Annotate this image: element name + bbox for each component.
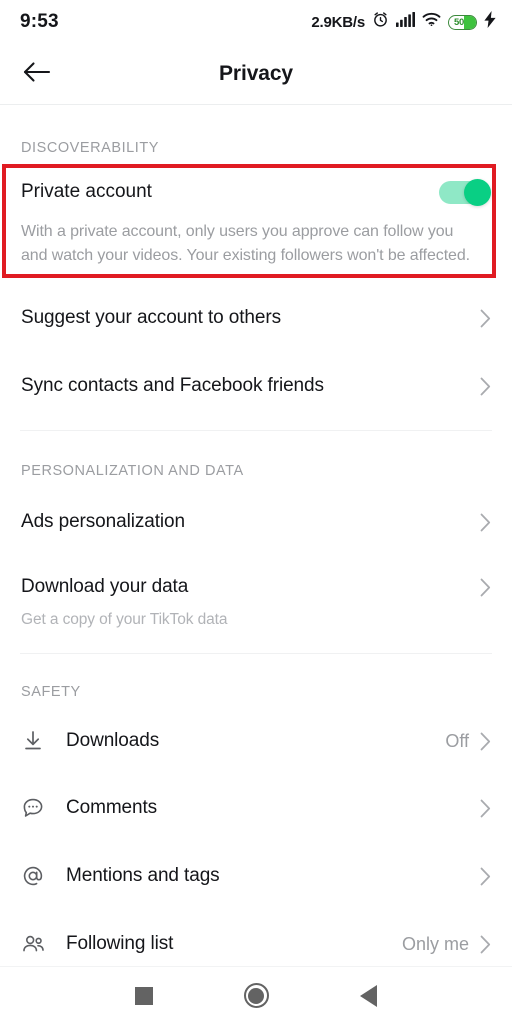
section-header-personalization: PERSONALIZATION AND DATA xyxy=(21,463,244,479)
cellular-signal-icon xyxy=(396,12,415,32)
private-account-row[interactable]: Private account xyxy=(0,164,512,220)
chevron-right-icon xyxy=(480,935,491,954)
back-nav-button[interactable] xyxy=(345,973,391,1019)
wifi-icon xyxy=(422,12,441,32)
android-nav-bar xyxy=(0,966,512,1024)
back-button[interactable] xyxy=(20,57,54,91)
row-label-suggest-account: Suggest your account to others xyxy=(21,307,281,328)
section-divider xyxy=(20,430,492,431)
private-account-toggle[interactable] xyxy=(439,178,491,206)
battery-icon: 50 xyxy=(448,14,477,30)
alarm-clock-icon xyxy=(372,11,389,33)
row-label-ads-personalization: Ads personalization xyxy=(21,511,185,532)
chevron-right-icon xyxy=(480,867,491,886)
section-header-discoverability: DISCOVERABILITY xyxy=(21,140,159,156)
private-account-label: Private account xyxy=(21,181,152,202)
charging-bolt-icon xyxy=(484,11,496,33)
row-suggest-account[interactable]: Suggest your account to others xyxy=(0,284,512,352)
comment-bubble-icon xyxy=(21,796,51,820)
back-triangle-icon xyxy=(359,984,377,1007)
settings-content: DISCOVERABILITY Private account With a p… xyxy=(0,106,512,966)
chevron-right-icon xyxy=(480,377,491,396)
toggle-thumb xyxy=(464,178,491,206)
row-label-download-your-data: Download your data xyxy=(21,576,189,597)
row-value-following-list: Only me xyxy=(401,933,469,954)
recents-square-icon xyxy=(135,986,153,1005)
phone-screen: 9:53 2.9KB/s 50 Privacy DISCOVERABILITY … xyxy=(0,0,512,1024)
row-mentions-and-tags[interactable]: Mentions and tags xyxy=(0,842,512,910)
chevron-right-icon xyxy=(480,799,491,818)
row-sublabel-download-your-data: Get a copy of your TikTok data xyxy=(21,611,228,628)
chevron-right-icon xyxy=(480,513,491,532)
page-title: Privacy xyxy=(218,62,294,85)
row-label-mentions-and-tags: Mentions and tags xyxy=(66,865,220,886)
at-sign-icon xyxy=(21,864,51,888)
private-account-block: Private account With a private account, … xyxy=(0,164,512,278)
row-sync-contacts[interactable]: Sync contacts and Facebook friends xyxy=(0,352,512,420)
row-ads-personalization[interactable]: Ads personalization xyxy=(0,491,512,553)
row-label-following-list: Following list xyxy=(66,933,174,954)
row-comments[interactable]: Comments xyxy=(0,774,512,842)
chevron-right-icon xyxy=(480,732,491,751)
status-clock: 9:53 xyxy=(20,11,59,32)
chevron-right-icon xyxy=(480,309,491,328)
private-account-description: With a private account, only users you a… xyxy=(21,223,470,264)
status-icons: 2.9KB/s 50 xyxy=(311,11,496,33)
status-bar: 9:53 2.9KB/s 50 xyxy=(0,0,512,44)
battery-percent-text: 50 xyxy=(454,16,464,28)
section-header-safety: SAFETY xyxy=(21,684,81,700)
home-button[interactable] xyxy=(233,973,279,1019)
chevron-right-icon xyxy=(480,578,491,597)
people-icon xyxy=(21,932,51,956)
page-header: Privacy xyxy=(0,44,512,105)
home-circle-icon xyxy=(243,983,269,1008)
row-label-sync-contacts: Sync contacts and Facebook friends xyxy=(21,375,324,396)
row-download-your-data[interactable]: Download your data xyxy=(0,563,512,611)
back-arrow-icon xyxy=(23,61,51,88)
row-value-downloads: Off xyxy=(445,730,469,751)
row-label-comments: Comments xyxy=(66,797,158,818)
recents-button[interactable] xyxy=(121,973,167,1019)
download-icon xyxy=(21,729,51,753)
row-label-downloads: Downloads xyxy=(66,730,160,751)
network-speed-text: 2.9KB/s xyxy=(311,13,365,31)
section-divider xyxy=(20,653,492,654)
row-downloads[interactable]: Downloads Off xyxy=(0,708,512,774)
